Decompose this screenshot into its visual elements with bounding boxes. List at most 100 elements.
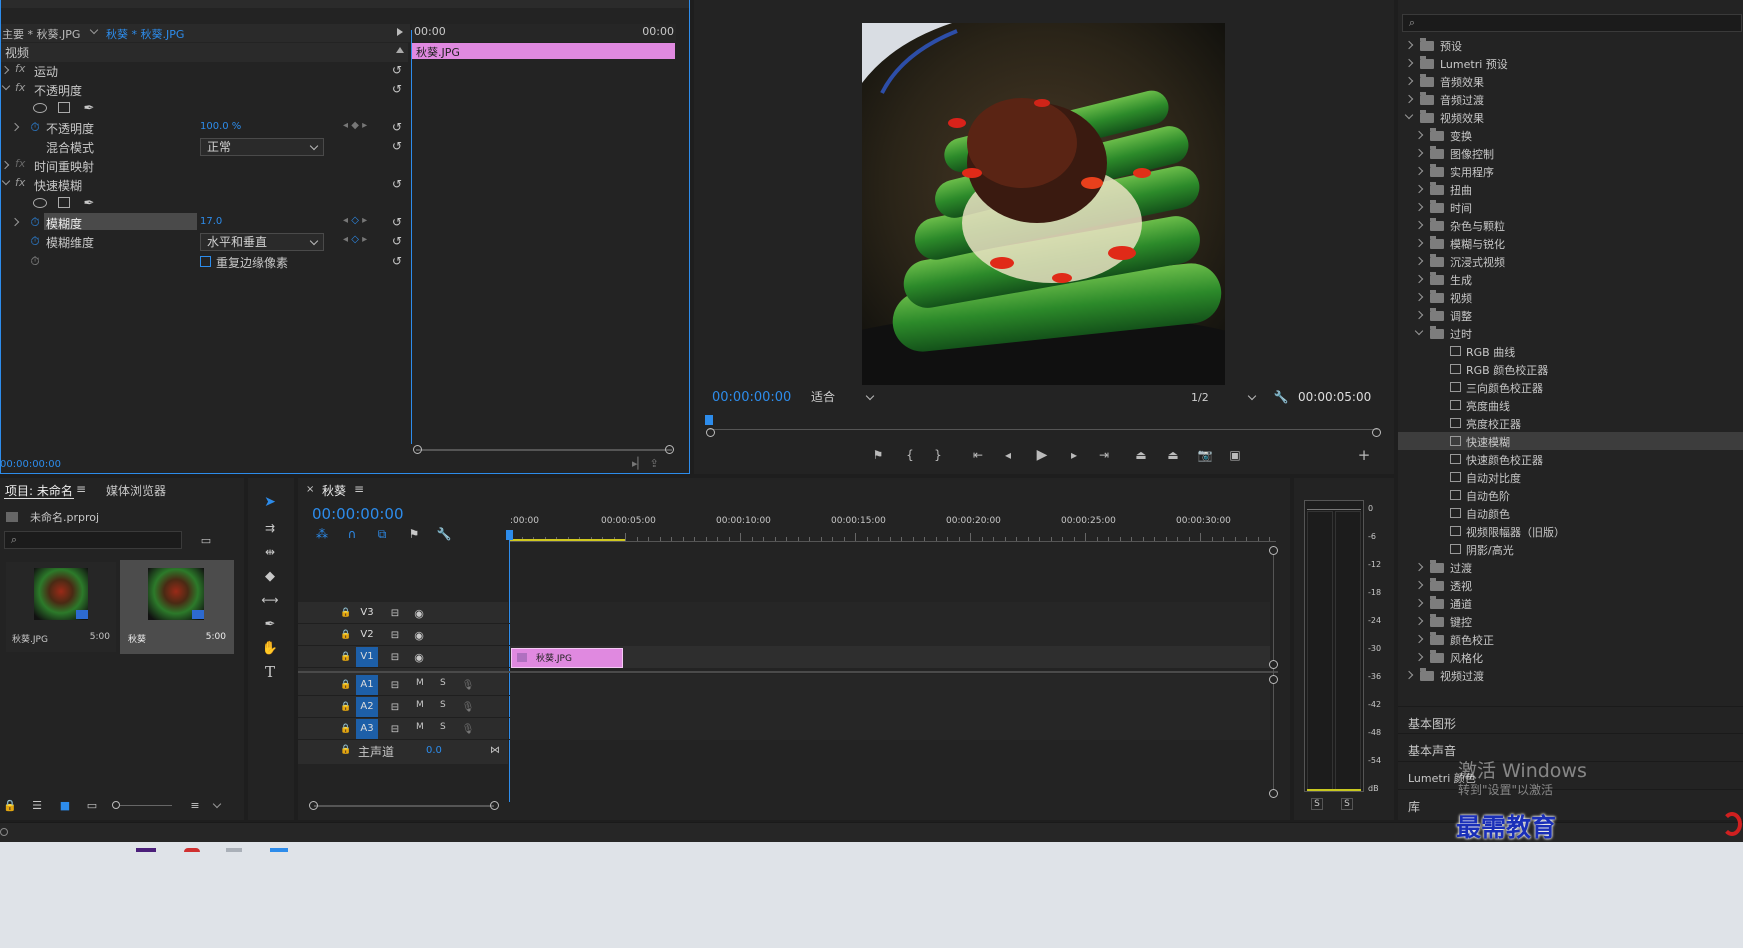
- timeline-ruler[interactable]: :00:00 00:00:05:00 00:00:10:00 00:00:15:00 0…: [510, 514, 1276, 542]
- lock-icon[interactable]: 🔒: [340, 606, 352, 620]
- track-target-label[interactable]: A2: [356, 697, 378, 717]
- panel-basic-graphics[interactable]: 基本图形: [1398, 706, 1743, 732]
- track-target-label[interactable]: A1: [356, 675, 378, 695]
- nest-toggle-icon[interactable]: ⁂: [314, 526, 330, 542]
- effect-folder[interactable]: 视频过渡: [1398, 666, 1743, 684]
- mark-out-icon[interactable]: }: [930, 446, 946, 464]
- effect-folder[interactable]: 图像控制: [1398, 144, 1743, 162]
- program-scroll-handle-right[interactable]: [1372, 428, 1381, 437]
- resolution-dropdown[interactable]: 1/2: [1184, 388, 1262, 406]
- expand-chevron-icon[interactable]: [1404, 670, 1414, 680]
- track-lane[interactable]: [510, 646, 1270, 668]
- track-target-label[interactable]: V2: [356, 625, 378, 645]
- timeline-vertical-scrollbar[interactable]: [1273, 550, 1274, 798]
- effect-folder[interactable]: 实用程序: [1398, 162, 1743, 180]
- sync-lock-icon[interactable]: ⊟: [388, 650, 402, 664]
- reset-icon[interactable]: ↺: [390, 254, 404, 268]
- export-frame-icon[interactable]: 📷: [1196, 446, 1214, 464]
- stopwatch-icon[interactable]: ⏱: [28, 233, 42, 249]
- ec-ruler[interactable]: 00:00 00:00: [412, 24, 676, 42]
- collapse-chevron-icon[interactable]: [1414, 326, 1424, 336]
- lock-icon[interactable]: 🔒: [340, 743, 352, 757]
- razor-tool-icon[interactable]: ◆: [260, 566, 280, 586]
- step-forward-icon[interactable]: ▸: [1066, 446, 1082, 464]
- effect-item[interactable]: RGB 曲线: [1398, 342, 1743, 360]
- timeline-scroll-handle-right[interactable]: [490, 801, 499, 810]
- ripple-edit-tool-icon[interactable]: ⇹: [260, 542, 280, 562]
- row-opacity-prop[interactable]: ⏱ 不透明度 100.0 % ◂ ◆ ▸ ↺: [0, 118, 408, 137]
- row-blur-dimension[interactable]: ⏱ 模糊维度 水平和垂直 ◂ ◇ ▸ ↺: [0, 232, 408, 251]
- rectangle-mask-icon[interactable]: [58, 102, 70, 113]
- expand-chevron-icon[interactable]: [1414, 310, 1424, 320]
- lock-icon[interactable]: 🔒: [340, 628, 352, 642]
- audio-track-a3[interactable]: 🔒 A3 ⊟ M S 🎙: [298, 718, 1270, 740]
- sync-lock-icon[interactable]: ⊟: [388, 606, 402, 620]
- audio-track-a1[interactable]: 🔒 A1 ⊟ M S 🎙: [298, 674, 1270, 696]
- sync-lock-icon[interactable]: ⊟: [388, 678, 402, 692]
- taskbar-app-icon-doc[interactable]: [226, 848, 242, 852]
- row-blurriness[interactable]: ⏱ 模糊度 17.0 ◂ ◇ ▸ ↺: [0, 213, 408, 232]
- eye-icon[interactable]: ◉: [412, 628, 426, 642]
- expand-chevron-icon[interactable]: [1414, 580, 1424, 590]
- microphone-icon[interactable]: 🎙: [462, 700, 475, 714]
- project-item-card[interactable]: 秋葵.JPG 5:00: [6, 562, 116, 652]
- timeline-playhead-head[interactable]: [506, 530, 513, 540]
- expand-chevron-icon[interactable]: [10, 217, 20, 227]
- reset-icon[interactable]: ↺: [390, 234, 404, 248]
- collapse-chevron-icon[interactable]: [1, 176, 11, 186]
- panel-library[interactable]: 库: [1398, 789, 1743, 815]
- vscroll-handle-1[interactable]: [1269, 546, 1278, 555]
- lock-icon[interactable]: 🔒: [340, 650, 352, 664]
- timeline-settings-wrench-icon[interactable]: 🔧: [436, 526, 452, 542]
- eye-icon[interactable]: ◉: [412, 606, 426, 620]
- list-view-icon[interactable]: ☰: [30, 798, 44, 812]
- track-target-label[interactable]: V3: [356, 603, 378, 623]
- wrench-icon[interactable]: 🔧: [1274, 389, 1289, 405]
- effect-folder[interactable]: 颜色校正: [1398, 630, 1743, 648]
- program-scrub-ruler[interactable]: [708, 414, 1378, 430]
- effect-folder[interactable]: 时间: [1398, 198, 1743, 216]
- go-to-in-icon[interactable]: ⇤: [970, 446, 986, 464]
- effect-folder[interactable]: 音频过渡: [1398, 90, 1743, 108]
- collapse-chevron-icon[interactable]: [1404, 110, 1414, 120]
- ec-playhead[interactable]: [411, 30, 412, 444]
- clip-select[interactable]: 秋葵 * 秋葵.JPG: [88, 25, 198, 41]
- master-volume-value[interactable]: 0.0: [426, 745, 442, 756]
- fx-badge-icon[interactable]: fx: [15, 81, 25, 94]
- mute-button[interactable]: M: [416, 678, 424, 688]
- solo-left-button[interactable]: S: [1311, 798, 1323, 810]
- project-item-card-selected[interactable]: 秋葵 5:00: [120, 560, 234, 654]
- snap-magnet-icon[interactable]: ∩: [344, 526, 360, 542]
- solo-right-button[interactable]: S: [1341, 798, 1353, 810]
- sort-icon[interactable]: ≡: [188, 798, 202, 812]
- ellipse-mask-icon[interactable]: [33, 103, 47, 113]
- expand-chevron-icon[interactable]: [1414, 220, 1424, 230]
- stopwatch-icon[interactable]: ⏱: [28, 214, 42, 230]
- solo-button[interactable]: S: [440, 700, 446, 710]
- lock-icon[interactable]: 🔒: [3, 798, 17, 812]
- vscroll-handle-3[interactable]: [1269, 675, 1278, 684]
- eye-icon[interactable]: ◉: [412, 650, 426, 664]
- track-select-tool-icon[interactable]: ⇉: [260, 518, 280, 538]
- taskbar-premiere-icon[interactable]: [136, 848, 156, 852]
- row-time-remap[interactable]: fx 时间重映射: [0, 156, 408, 175]
- effect-folder[interactable]: 变换: [1398, 126, 1743, 144]
- audio-track-a2[interactable]: 🔒 A2 ⊟ M S 🎙: [298, 696, 1270, 718]
- effect-folder[interactable]: 调整: [1398, 306, 1743, 324]
- work-area-bar[interactable]: [510, 539, 625, 541]
- ec-bottom-timecode[interactable]: 00:00:00:00: [0, 459, 61, 470]
- keyframe-nav-icon[interactable]: ◂ ◇ ▸: [343, 234, 367, 245]
- timeline-zoom-scrollbar[interactable]: [314, 805, 494, 807]
- effect-item[interactable]: RGB 颜色校正器: [1398, 360, 1743, 378]
- microphone-icon[interactable]: 🎙: [462, 678, 475, 692]
- reset-icon[interactable]: ↺: [390, 63, 404, 77]
- icon-view-icon[interactable]: ■: [58, 798, 72, 812]
- row-repeat-edge[interactable]: ⏱ 重复边缘像素 ↺: [0, 252, 408, 271]
- expand-chevron-icon[interactable]: [1404, 40, 1414, 50]
- reset-icon[interactable]: ↺: [390, 120, 404, 134]
- play-icon[interactable]: ▶: [1034, 446, 1050, 464]
- effect-folder[interactable]: 过渡: [1398, 558, 1743, 576]
- vscroll-handle-2[interactable]: [1269, 660, 1278, 669]
- lock-icon[interactable]: 🔒: [340, 700, 352, 714]
- solo-button[interactable]: S: [440, 722, 446, 732]
